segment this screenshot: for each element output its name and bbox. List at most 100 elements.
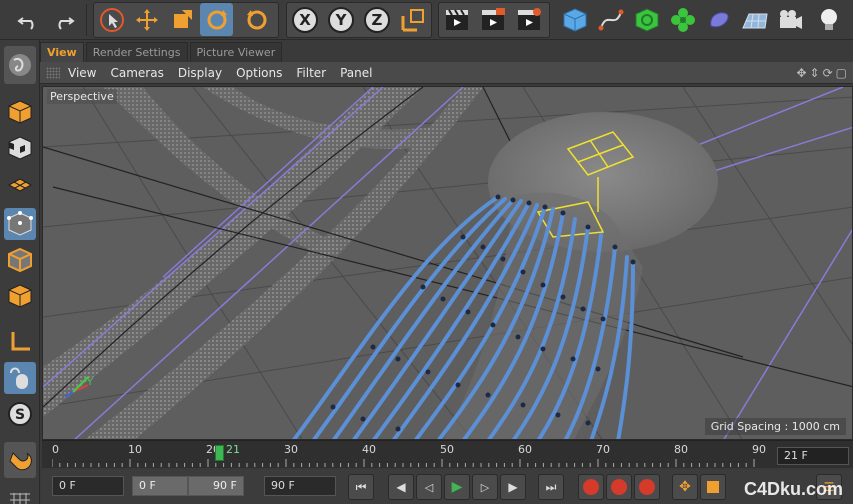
redo-button[interactable] (46, 3, 79, 36)
play-icon: ▶ (451, 479, 463, 495)
next-key-button[interactable]: ▶ (500, 474, 526, 500)
make-editable-button[interactable] (4, 46, 36, 84)
grid-display-button[interactable] (4, 486, 36, 504)
rotate-tool-button[interactable] (200, 3, 233, 36)
key-help-icon (639, 479, 655, 495)
redo-icon (58, 16, 75, 30)
end-frame-field[interactable]: 90 F (264, 476, 336, 496)
play-button[interactable]: ▶ (444, 474, 470, 500)
next-frame-button[interactable]: ▷ (472, 474, 498, 500)
go-to-end-button[interactable]: ⏭ (538, 474, 564, 500)
points-mode-button[interactable] (4, 208, 36, 240)
skip-start-icon: ⏮ (355, 479, 367, 494)
current-frame-field[interactable]: 21 F (777, 447, 849, 465)
menu-options[interactable]: Options (236, 66, 282, 80)
record-position-button[interactable]: ✥ (672, 474, 698, 500)
next-key-icon: ▶ (508, 480, 518, 494)
live-selection-button[interactable] (95, 3, 128, 36)
viewport-nav-icons: ✥ ⇕ ⟳ ▢ (796, 66, 847, 80)
autokey-button[interactable] (606, 474, 632, 500)
texture-mode-button[interactable] (4, 132, 36, 164)
previous-key-button[interactable]: ◀ (388, 474, 414, 500)
polygons-cube-icon (8, 284, 32, 308)
mograph-cloner-button[interactable] (666, 3, 699, 36)
previous-frame-button[interactable]: ◁ (416, 474, 442, 500)
timeline-tick-label: 60 (518, 443, 532, 456)
viewport-camera-label[interactable]: Perspective (47, 89, 117, 104)
go-to-start-button[interactable]: ⏮ (348, 474, 374, 500)
playhead-frame-label: 21 (226, 443, 240, 456)
workplane-mode-button[interactable] (4, 168, 36, 200)
move-icon (135, 8, 158, 31)
panel-grip[interactable] (46, 66, 60, 79)
axis-mode-button[interactable] (4, 326, 36, 358)
range-end-field[interactable]: 90 F (188, 476, 244, 496)
timeline-ticks (52, 459, 755, 467)
rotate-view-icon[interactable]: ⟳ (823, 66, 833, 80)
snap-button[interactable]: S (4, 398, 36, 430)
viewport-scene: Y (43, 87, 852, 439)
panel-tabs: View Render Settings Picture Viewer (40, 42, 853, 62)
rotate-recent-icon (246, 9, 266, 29)
bend-deformer-icon (709, 11, 728, 27)
menu-view[interactable]: View (68, 66, 96, 80)
x-axis-button[interactable]: X (288, 3, 321, 36)
timeline-ruler[interactable]: 0 10 20 30 40 50 60 70 80 90 21 21 F (42, 440, 853, 468)
start-frame-field[interactable]: 0 F (52, 476, 124, 496)
next-frame-icon: ▷ (480, 480, 490, 494)
grid-icon (10, 493, 30, 504)
menu-filter[interactable]: Filter (296, 66, 326, 80)
subdivision-cube-icon (635, 7, 658, 32)
generator-button[interactable] (630, 3, 663, 36)
render-picture-viewer-button[interactable] (476, 3, 509, 36)
tab-view[interactable]: View (40, 42, 84, 62)
viewport-menubar: View Cameras Display Options Filter Pane… (40, 62, 853, 84)
render-settings-button[interactable] (512, 3, 545, 36)
coordinate-system-button[interactable] (396, 3, 429, 36)
polygons-mode-button[interactable] (4, 280, 36, 312)
clapper-icon (445, 8, 468, 30)
timeline-tick-label: 70 (596, 443, 610, 456)
rotate-icon (207, 9, 227, 29)
svg-text:Y: Y (86, 377, 94, 388)
toggle-layout-icon[interactable]: ▢ (836, 66, 847, 80)
record-icon (583, 479, 599, 495)
floor-object-button[interactable] (738, 3, 771, 36)
camera-object-button[interactable] (774, 3, 807, 36)
perspective-viewport[interactable]: Y Perspective Grid Spacing : 1000 cm (42, 86, 853, 440)
floor-grid-icon (741, 13, 768, 28)
scale-tool-button[interactable] (165, 3, 198, 36)
y-axis-button[interactable]: Y (324, 3, 357, 36)
pan-view-icon[interactable]: ✥ (796, 66, 806, 80)
cube-object-button[interactable] (558, 3, 591, 36)
z-axis-button[interactable]: Z (360, 3, 393, 36)
keyframe-selection-button[interactable] (634, 474, 660, 500)
menu-display[interactable]: Display (178, 66, 222, 80)
edges-mode-button[interactable] (4, 244, 36, 276)
clapper-gear-icon (517, 7, 541, 30)
light-object-button[interactable] (812, 3, 845, 36)
position-icon: ✥ (679, 479, 691, 495)
model-mode-button[interactable] (4, 96, 36, 128)
skip-end-icon: ⏭ (545, 479, 557, 494)
timeline-playhead[interactable] (215, 445, 224, 461)
cinema4d-window: X Y Z S View Render Settings Picture Vie… (0, 0, 853, 504)
move-tool-button[interactable] (130, 3, 163, 36)
deformer-button[interactable] (702, 3, 735, 36)
tab-picture-viewer[interactable]: Picture Viewer (189, 42, 283, 62)
undo-button[interactable] (12, 3, 45, 36)
menu-cameras[interactable]: Cameras (110, 66, 163, 80)
range-start-field[interactable]: 0 F (132, 476, 188, 496)
grid-spacing-readout: Grid Spacing : 1000 cm (704, 418, 846, 435)
spline-pen-button[interactable] (594, 3, 627, 36)
zoom-view-icon[interactable]: ⇕ (810, 66, 820, 80)
left-toolbar: S (0, 40, 40, 504)
recent-tool-button[interactable] (240, 3, 273, 36)
tweak-mode-button[interactable] (4, 362, 36, 394)
record-keys-button[interactable] (578, 474, 604, 500)
render-view-button[interactable] (440, 3, 473, 36)
magnet-button[interactable] (4, 442, 36, 478)
record-scale-button[interactable] (700, 474, 726, 500)
menu-panel[interactable]: Panel (340, 66, 372, 80)
tab-render-settings[interactable]: Render Settings (85, 42, 188, 62)
